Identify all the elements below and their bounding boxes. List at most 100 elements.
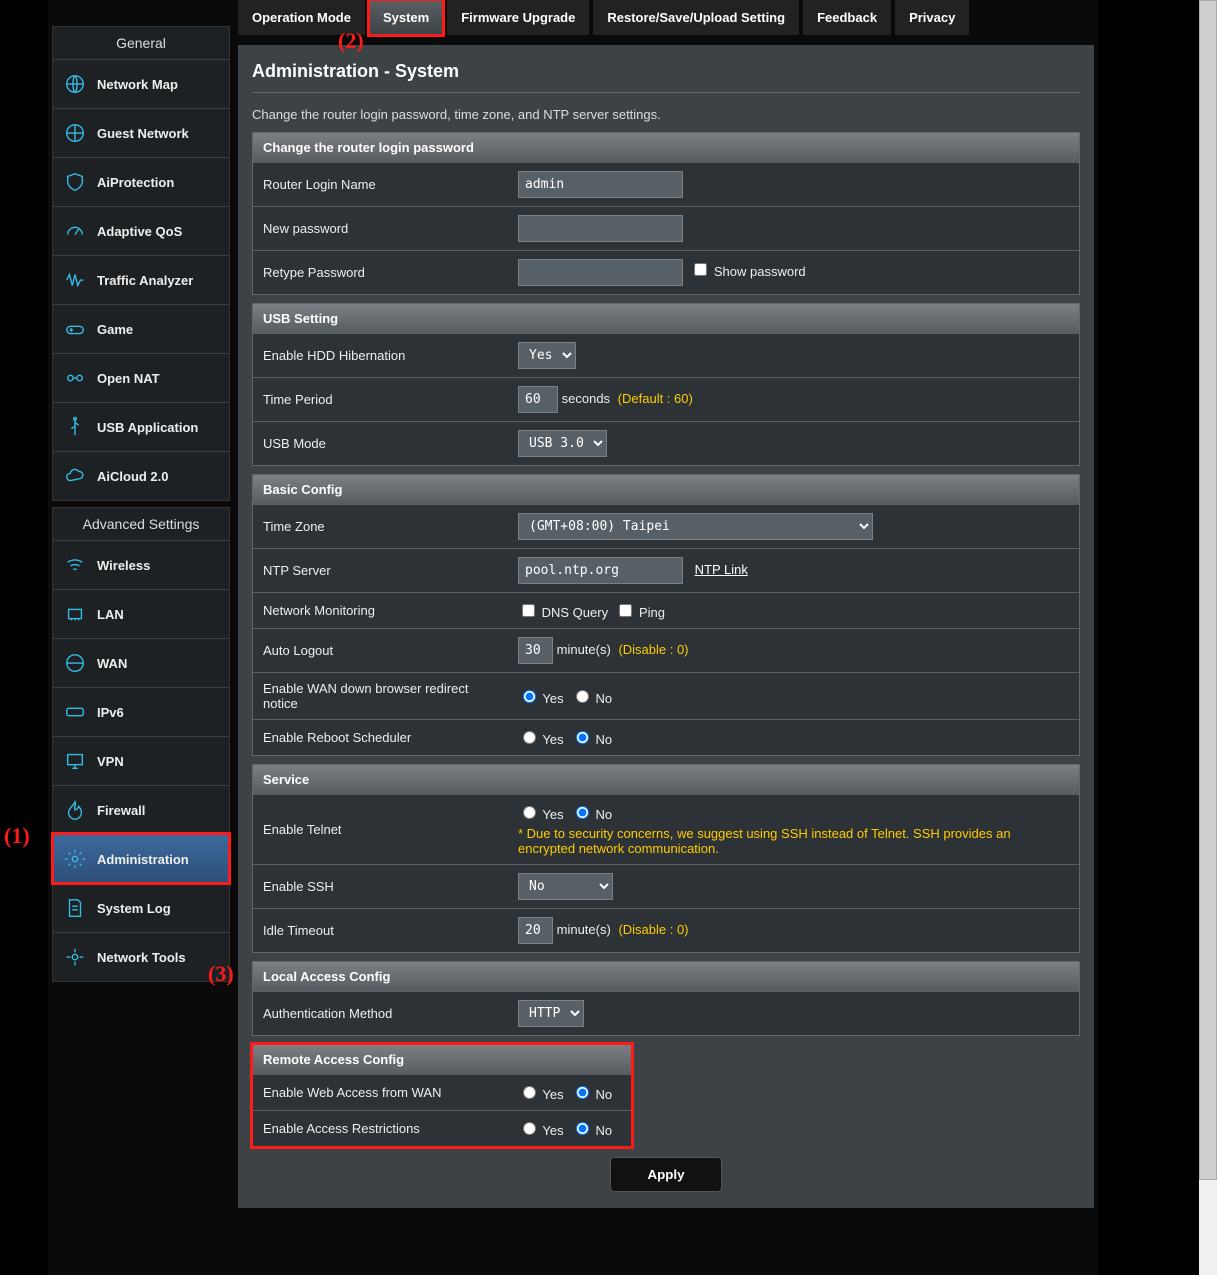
waveform-icon <box>63 268 87 292</box>
sidebar: General Network Map Guest Network AiProt… <box>48 0 234 1235</box>
label-idle-timeout: Idle Timeout <box>253 909 508 953</box>
callout-3: (3) <box>208 961 234 987</box>
radio-wan-redirect-yes[interactable] <box>523 690 536 703</box>
input-auto-logout[interactable] <box>518 637 553 664</box>
input-idle-timeout[interactable] <box>518 917 553 944</box>
menu-label: Network Tools <box>97 950 186 965</box>
sidebar-item-open-nat[interactable]: Open NAT <box>53 353 229 402</box>
label-yes: Yes <box>542 691 563 706</box>
input-retype-password[interactable] <box>518 259 683 286</box>
globe-icon <box>63 121 87 145</box>
menu-label: Firewall <box>97 803 145 818</box>
label-web-access-wan: Enable Web Access from WAN <box>253 1075 508 1111</box>
tab-privacy[interactable]: Privacy <box>895 0 969 35</box>
menu-label: LAN <box>97 607 124 622</box>
sidebar-item-ipv6[interactable]: IPv6 <box>53 687 229 736</box>
select-enable-ssh[interactable]: No <box>518 873 613 900</box>
select-hdd-hibernation[interactable]: Yes <box>518 342 576 369</box>
input-time-period[interactable] <box>518 386 558 413</box>
label-yes: Yes <box>542 732 563 747</box>
input-ntp-server[interactable] <box>518 557 683 584</box>
menu-label: Game <box>97 322 133 337</box>
tab-system[interactable]: System <box>369 0 443 35</box>
wifi-icon <box>63 553 87 577</box>
monitor-icon <box>63 749 87 773</box>
sidebar-item-usb-application[interactable]: USB Application <box>53 402 229 451</box>
label-hdd-hibernation: Enable HDD Hibernation <box>253 334 508 378</box>
fire-icon <box>63 798 87 822</box>
apply-button[interactable]: Apply <box>610 1157 721 1192</box>
ethernet-icon <box>63 602 87 626</box>
radio-web-wan-no[interactable] <box>576 1086 589 1099</box>
menu-label: Wireless <box>97 558 150 573</box>
radio-reboot-yes[interactable] <box>523 731 536 744</box>
radio-telnet-yes[interactable] <box>523 806 536 819</box>
hint-autologout: (Disable : 0) <box>618 642 688 657</box>
label-login-name: Router Login Name <box>253 163 508 207</box>
select-timezone[interactable]: (GMT+08:00) Taipei <box>518 513 873 540</box>
sidebar-item-game[interactable]: Game <box>53 304 229 353</box>
sidebar-item-lan[interactable]: LAN <box>53 589 229 638</box>
label-no: No <box>595 732 612 747</box>
menu-label: Guest Network <box>97 126 189 141</box>
sidebar-item-system-log[interactable]: System Log <box>53 883 229 932</box>
menu-label: IPv6 <box>97 705 124 720</box>
link-ntp[interactable]: NTP Link <box>695 562 748 577</box>
tab-feedback[interactable]: Feedback <box>803 0 891 35</box>
sidebar-item-aiprotection[interactable]: AiProtection <box>53 157 229 206</box>
radio-telnet-no[interactable] <box>576 806 589 819</box>
input-new-password[interactable] <box>518 215 683 242</box>
menu-label: Network Map <box>97 77 178 92</box>
page-desc: Change the router login password, time z… <box>252 107 1080 122</box>
callout-1: (1) <box>4 823 30 849</box>
sidebar-item-administration[interactable]: Administration <box>53 834 229 883</box>
label-reboot-scheduler: Enable Reboot Scheduler <box>253 720 508 756</box>
hint-time-default: (Default : 60) <box>618 391 693 406</box>
label-new-password: New password <box>253 207 508 251</box>
gamepad-icon <box>63 317 87 341</box>
window-scrollbar[interactable] <box>1199 0 1217 1275</box>
sidebar-item-network-map[interactable]: Network Map <box>53 59 229 108</box>
label-yes: Yes <box>542 1123 563 1138</box>
checkbox-dns-query[interactable] <box>522 604 535 617</box>
sidebar-item-guest-network[interactable]: Guest Network <box>53 108 229 157</box>
tab-firmware-upgrade[interactable]: Firmware Upgrade <box>447 0 589 35</box>
section-head-local: Local Access Config <box>253 962 1079 991</box>
sidebar-item-adaptive-qos[interactable]: Adaptive QoS <box>53 206 229 255</box>
advanced-header: Advanced Settings <box>53 508 229 540</box>
ipv6-icon <box>63 700 87 724</box>
sidebar-item-firewall[interactable]: Firewall <box>53 785 229 834</box>
checkbox-show-password[interactable] <box>694 263 707 276</box>
radio-wan-redirect-no[interactable] <box>576 690 589 703</box>
select-usb-mode[interactable]: USB 3.0 <box>518 430 607 457</box>
select-auth-method[interactable]: HTTP <box>518 1000 584 1027</box>
menu-label: AiProtection <box>97 175 174 190</box>
radio-web-wan-yes[interactable] <box>523 1086 536 1099</box>
label-ping: Ping <box>639 605 665 620</box>
label-retype-password: Retype Password <box>253 251 508 295</box>
label-network-monitoring: Network Monitoring <box>253 593 508 629</box>
radio-restrict-no[interactable] <box>576 1122 589 1135</box>
radio-restrict-yes[interactable] <box>523 1122 536 1135</box>
label-time-unit: seconds <box>562 391 610 406</box>
input-login-name[interactable] <box>518 171 683 198</box>
sidebar-item-wan[interactable]: WAN <box>53 638 229 687</box>
checkbox-ping[interactable] <box>619 604 632 617</box>
menu-label: VPN <box>97 754 124 769</box>
sidebar-item-network-tools[interactable]: Network Tools <box>53 932 229 981</box>
sidebar-item-wireless[interactable]: Wireless <box>53 540 229 589</box>
label-enable-ssh: Enable SSH <box>253 865 508 909</box>
sidebar-item-aicloud[interactable]: AiCloud 2.0 <box>53 451 229 500</box>
label-no: No <box>595 1123 612 1138</box>
radio-reboot-no[interactable] <box>576 731 589 744</box>
tab-restore-save-upload[interactable]: Restore/Save/Upload Setting <box>593 0 799 35</box>
label-idle-unit: minute(s) <box>557 922 611 937</box>
usb-icon <box>63 415 87 439</box>
gear-icon <box>63 847 87 871</box>
section-head-usb: USB Setting <box>253 304 1079 333</box>
scroll-thumb[interactable] <box>1199 0 1217 1180</box>
sidebar-item-vpn[interactable]: VPN <box>53 736 229 785</box>
globe-icon <box>63 651 87 675</box>
sidebar-item-traffic-analyzer[interactable]: Traffic Analyzer <box>53 255 229 304</box>
label-auth-method: Authentication Method <box>253 992 508 1036</box>
